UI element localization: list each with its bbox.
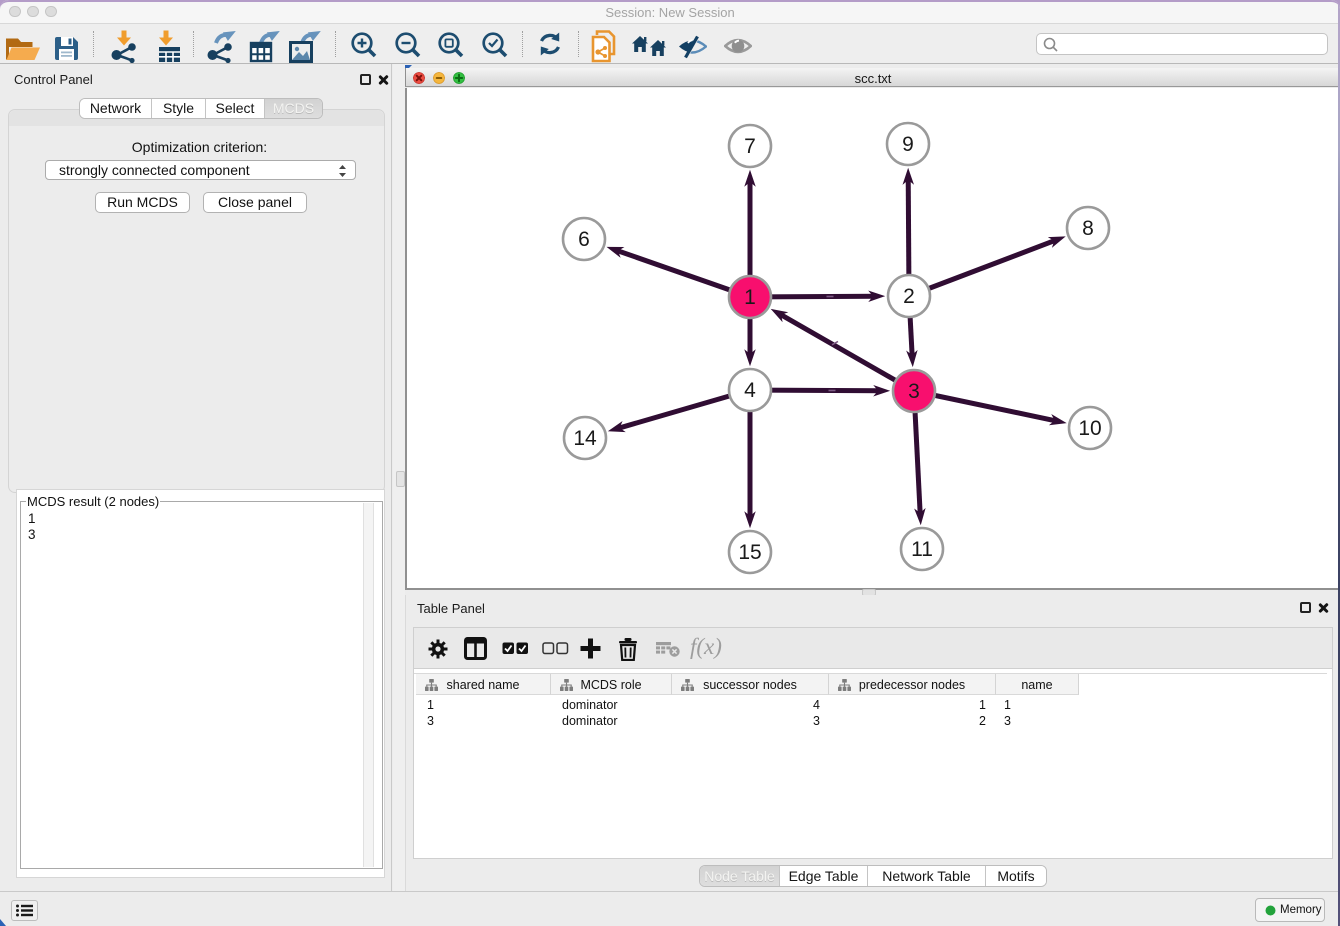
svg-text:9: 9 xyxy=(902,133,914,156)
svg-text:14: 14 xyxy=(573,427,597,450)
svg-text:11: 11 xyxy=(911,538,933,561)
svg-text:2: 2 xyxy=(903,285,915,308)
svg-text:7: 7 xyxy=(744,135,756,158)
svg-text:6: 6 xyxy=(578,228,590,251)
svg-text:15: 15 xyxy=(738,541,761,564)
svg-text:8: 8 xyxy=(1082,217,1094,240)
svg-text:4: 4 xyxy=(744,379,756,402)
svg-text:10: 10 xyxy=(1078,417,1101,440)
svg-text:1: 1 xyxy=(744,286,756,309)
svg-text:3: 3 xyxy=(908,380,920,403)
